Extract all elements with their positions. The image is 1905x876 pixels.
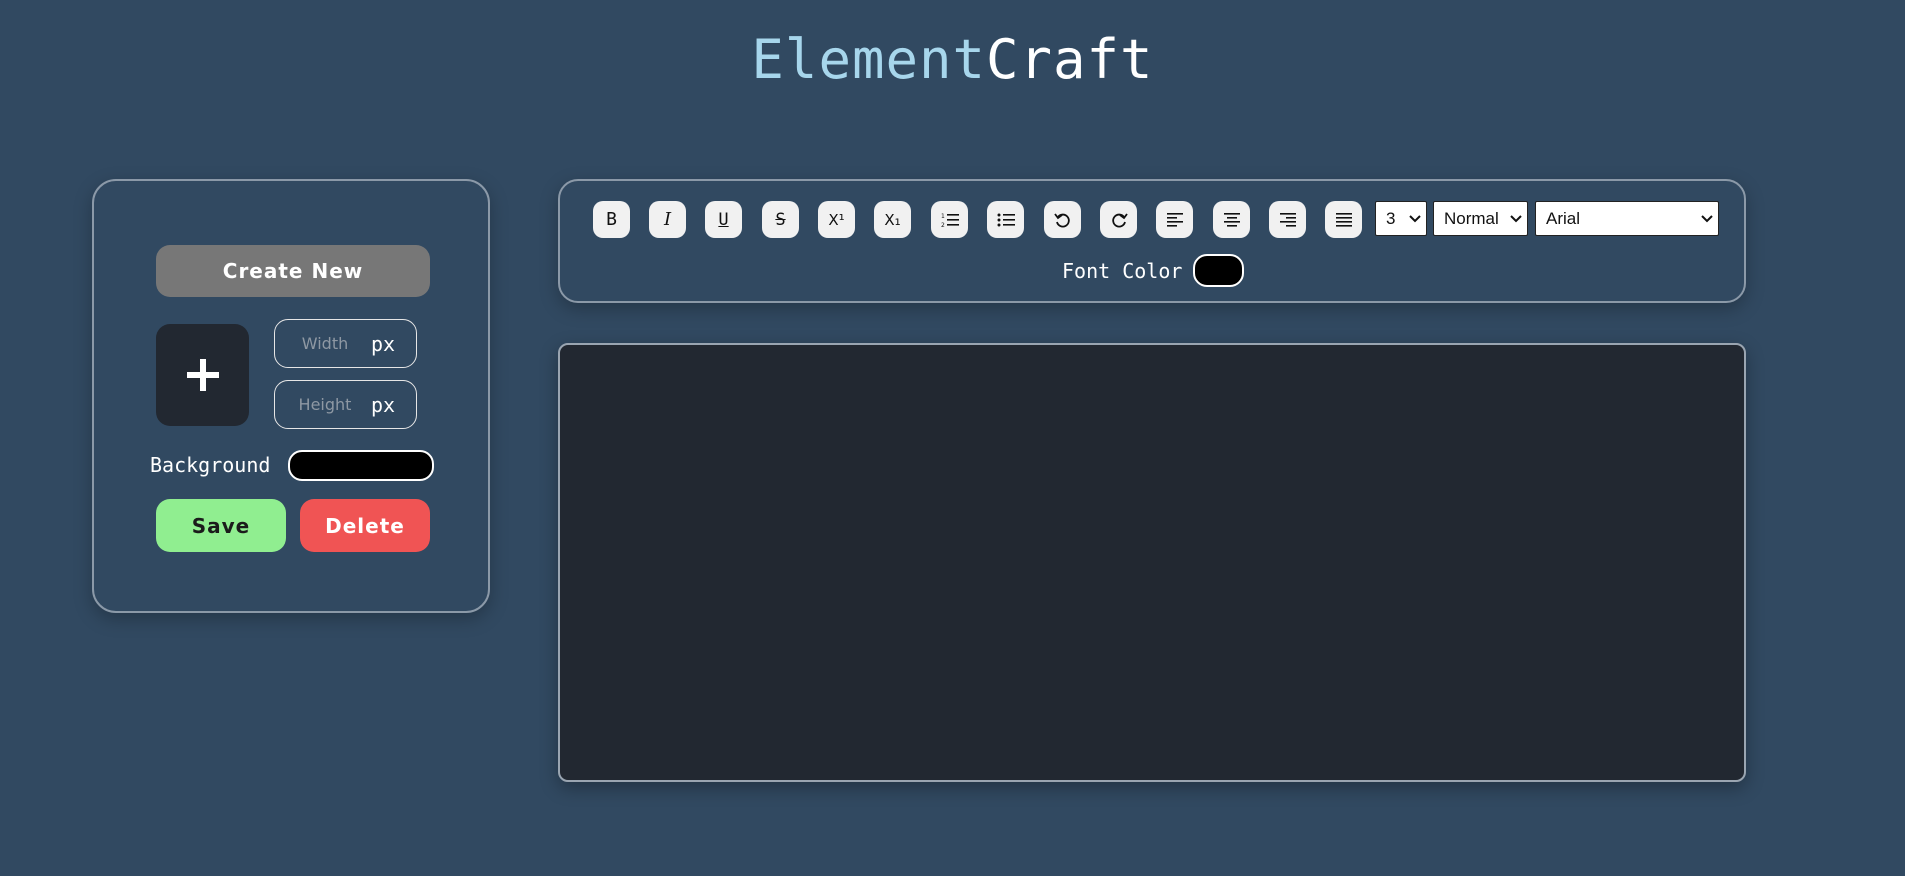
create-new-button[interactable]: Create New: [156, 245, 430, 297]
redo-icon: [1111, 212, 1128, 227]
italic-button[interactable]: I: [649, 201, 686, 238]
chevron-down-icon: [1510, 214, 1522, 222]
unordered-list-button[interactable]: [987, 201, 1024, 238]
strikethrough-button[interactable]: S: [762, 201, 799, 238]
width-field: px: [274, 319, 417, 368]
font-color-label: Font Color: [1062, 259, 1183, 283]
title-part-element: Element: [751, 28, 986, 91]
background-color-picker[interactable]: [288, 450, 434, 481]
underline-button[interactable]: U: [705, 201, 742, 238]
font-size-select[interactable]: 3: [1375, 201, 1427, 236]
height-field: px: [274, 380, 417, 429]
width-unit-label: px: [371, 331, 396, 356]
svg-text:1: 1: [941, 213, 945, 220]
height-input[interactable]: [275, 395, 375, 414]
subscript-button[interactable]: X₁: [874, 201, 911, 238]
font-size-value: 3: [1386, 208, 1396, 228]
plus-icon: [186, 359, 219, 391]
chevron-down-icon: [1409, 214, 1421, 222]
editor-area[interactable]: [558, 343, 1746, 782]
format-select[interactable]: Normal: [1433, 201, 1528, 236]
font-color-picker[interactable]: [1193, 254, 1244, 287]
undo-button[interactable]: [1044, 201, 1081, 238]
redo-button[interactable]: [1100, 201, 1137, 238]
page-title: ElementCraft: [0, 28, 1905, 92]
align-right-button[interactable]: [1269, 201, 1306, 238]
align-left-icon: [1166, 212, 1183, 227]
bold-icon: B: [606, 209, 617, 230]
unordered-list-icon: [997, 213, 1015, 226]
chevron-down-icon: [1701, 214, 1713, 222]
svg-text:2: 2: [941, 222, 945, 228]
justify-button[interactable]: [1325, 201, 1362, 238]
align-left-button[interactable]: [1156, 201, 1193, 238]
align-right-icon: [1279, 212, 1296, 227]
delete-button[interactable]: Delete: [300, 499, 430, 552]
undo-icon: [1053, 212, 1070, 227]
formatting-toolbar: B I U S X¹ X₁ 1 2 3 Normal Arial Font Co…: [558, 179, 1746, 303]
superscript-icon: X¹: [828, 210, 845, 229]
width-input[interactable]: [275, 334, 375, 353]
justify-icon: [1335, 212, 1352, 227]
bold-button[interactable]: B: [593, 201, 630, 238]
height-unit-label: px: [371, 392, 396, 417]
subscript-icon: X₁: [884, 210, 901, 229]
strikethrough-icon: S: [775, 209, 786, 230]
ordered-list-icon: 1 2: [941, 213, 959, 228]
font-family-select[interactable]: Arial: [1535, 201, 1719, 236]
background-label: Background: [150, 453, 271, 477]
align-center-icon: [1223, 212, 1240, 227]
format-value: Normal: [1444, 208, 1499, 228]
align-center-button[interactable]: [1213, 201, 1250, 238]
underline-icon: U: [718, 209, 729, 230]
title-part-craft: Craft: [986, 28, 1154, 91]
ordered-list-button[interactable]: 1 2: [931, 201, 968, 238]
element-panel: Create New px px Background Save Delete: [92, 179, 490, 613]
save-button[interactable]: Save: [156, 499, 286, 552]
superscript-button[interactable]: X¹: [818, 201, 855, 238]
add-element-button[interactable]: [156, 324, 249, 426]
italic-icon: I: [663, 209, 672, 230]
font-family-value: Arial: [1546, 208, 1581, 228]
